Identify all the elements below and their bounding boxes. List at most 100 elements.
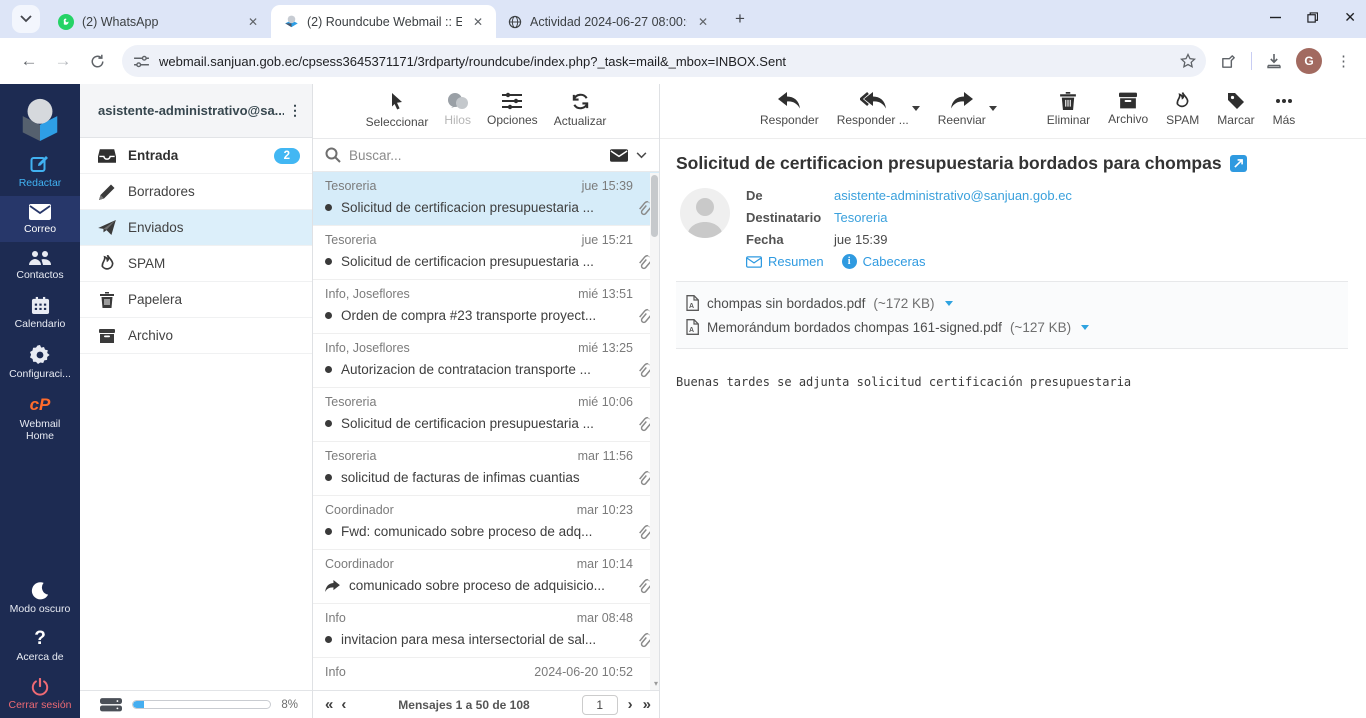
summary-button[interactable]: Resumen: [746, 254, 824, 269]
refresh-button[interactable]: [82, 46, 112, 76]
last-page-button[interactable]: »: [643, 697, 651, 712]
archive-button[interactable]: Archivo: [1108, 92, 1148, 126]
tab-search-button[interactable]: [12, 5, 40, 33]
select-button[interactable]: Seleccionar: [366, 92, 428, 129]
attachment-item[interactable]: A Memorándum bordados chompas 161-signed…: [686, 315, 1348, 339]
attachment-menu-icon[interactable]: [1081, 324, 1090, 330]
list-item[interactable]: Info, Joseflores mié 13:51 Orden de comp…: [313, 280, 659, 334]
sidebar-item-acerca-de[interactable]: ? Acerca de: [0, 622, 80, 670]
message-subject: Fwd: comunicado sobre proceso de adq...: [341, 524, 593, 539]
message-list-panel: Seleccionar Hilos Opciones Actualizar Bu…: [313, 84, 660, 718]
sidebar-item-correo[interactable]: Correo: [0, 196, 80, 243]
tab-whatsapp[interactable]: (2) WhatsApp ✕: [46, 5, 271, 38]
message-sender: Info, Joseflores: [325, 287, 410, 301]
list-item[interactable]: Coordinador mar 10:14 comunicado sobre p…: [313, 550, 659, 604]
pdf-file-icon: A: [686, 295, 699, 311]
search-bar[interactable]: Buscar...: [313, 139, 659, 172]
header-date-value: jue 15:39: [834, 232, 888, 247]
list-item[interactable]: Tesoreria jue 15:39 Solicitud de certifi…: [313, 172, 659, 226]
search-scope-mail-icon[interactable]: [610, 148, 628, 162]
folder-spam[interactable]: SPAM: [80, 246, 312, 282]
attachment-name[interactable]: Memorándum bordados chompas 161-signed.p…: [707, 320, 1002, 335]
attachment-menu-icon[interactable]: [944, 300, 953, 306]
inbox-icon: [98, 148, 116, 163]
browser-menu-icon[interactable]: ⋮: [1336, 52, 1352, 70]
sidebar-item-calendario[interactable]: Calendario: [0, 288, 80, 337]
close-window-button[interactable]: ✕: [1344, 9, 1356, 26]
scrollbar-thumb[interactable]: [651, 175, 658, 237]
sidebar-item-redactar[interactable]: Redactar: [0, 146, 80, 196]
search-input[interactable]: Buscar...: [349, 148, 602, 163]
header-from-value[interactable]: asistente-administrativo@sanjuan.gob.ec: [834, 188, 1072, 203]
forward-button[interactable]: Reenviar: [938, 92, 986, 127]
minimize-button[interactable]: [1270, 12, 1282, 23]
close-icon[interactable]: ✕: [695, 15, 711, 29]
forward-dropdown-icon[interactable]: [988, 106, 997, 111]
reply-all-button[interactable]: Responder ...: [837, 92, 909, 127]
close-icon[interactable]: ✕: [245, 15, 261, 29]
message-content: Solicitud de certificacion presupuestari…: [660, 139, 1366, 718]
sidebar-item-label: Acerca de: [16, 650, 64, 663]
folder-label: SPAM: [128, 256, 166, 271]
first-page-button[interactable]: «: [325, 697, 333, 712]
forward-button[interactable]: →: [48, 46, 78, 76]
mark-button[interactable]: Marcar: [1217, 92, 1255, 127]
folder-papelera[interactable]: Papelera: [80, 282, 312, 318]
folder-borradores[interactable]: Borradores: [80, 174, 312, 210]
url-bar[interactable]: webmail.sanjuan.gob.ec/cpsess3645371171/…: [122, 45, 1206, 77]
back-button[interactable]: ←: [14, 46, 44, 76]
open-in-new-window-icon[interactable]: [1229, 155, 1247, 172]
sidebar-item-configuracion[interactable]: Configuraci...: [0, 337, 80, 387]
search-options-chevron-icon[interactable]: [636, 151, 647, 159]
scroll-down-arrow-icon[interactable]: ▾: [654, 679, 658, 688]
headers-button[interactable]: i Cabeceras: [841, 254, 926, 269]
restore-button[interactable]: [1307, 11, 1319, 23]
tab-roundcube-active[interactable]: (2) Roundcube Webmail :: Envia ✕: [271, 5, 496, 38]
list-item[interactable]: Coordinador mar 10:23 Fwd: comunicado so…: [313, 496, 659, 550]
sidebar-item-cerrar-sesion[interactable]: Cerrar sesión: [0, 670, 80, 718]
browser-toolbar: ← → webmail.sanjuan.gob.ec/cpsess3645371…: [0, 38, 1366, 84]
header-to-value[interactable]: Tesoreria: [834, 210, 887, 225]
sidebar-item-webmail-home[interactable]: cP Webmail Home: [0, 387, 80, 449]
message-subject: Autorizacion de contratacion transporte …: [341, 362, 591, 377]
options-button[interactable]: Opciones: [487, 92, 538, 127]
sidebar-item-contactos[interactable]: Contactos: [0, 242, 80, 288]
nav-sidebar: Redactar Correo Contactos Calendario Con…: [0, 84, 80, 718]
page-number-input[interactable]: [581, 694, 618, 715]
site-info-icon[interactable]: [134, 55, 149, 68]
list-item[interactable]: Info, Joseflores mié 13:25 Autorizacion …: [313, 334, 659, 388]
folder-label: Enviados: [128, 220, 184, 235]
more-button[interactable]: Más: [1273, 92, 1295, 127]
spam-button[interactable]: SPAM: [1166, 92, 1199, 127]
folder-label: Archivo: [128, 328, 174, 343]
delete-button[interactable]: Eliminar: [1047, 92, 1090, 127]
threads-button[interactable]: Hilos: [444, 92, 471, 127]
account-menu-icon[interactable]: ⋮: [284, 102, 306, 119]
profile-avatar[interactable]: G: [1296, 48, 1322, 74]
attachment-item[interactable]: A chompas sin bordados.pdf (~172 KB): [686, 291, 1348, 315]
folder-enviados[interactable]: Enviados: [80, 210, 312, 246]
extensions-icon[interactable]: [1220, 53, 1237, 70]
sidebar-item-modo-oscuro[interactable]: Modo oscuro: [0, 574, 80, 622]
list-item[interactable]: Tesoreria mar 11:56 solicitud de factura…: [313, 442, 659, 496]
reply-button[interactable]: Responder: [760, 92, 819, 127]
downloads-icon[interactable]: [1266, 53, 1282, 69]
list-item[interactable]: Info mar 08:48 invitacion para mesa inte…: [313, 604, 659, 658]
attachment-name[interactable]: chompas sin bordados.pdf: [707, 296, 865, 311]
list-item[interactable]: Tesoreria mié 10:06 Solicitud de certifi…: [313, 388, 659, 442]
next-page-button[interactable]: ›: [628, 697, 633, 712]
refresh-list-button[interactable]: Actualizar: [554, 92, 606, 128]
reply-all-dropdown-icon[interactable]: [911, 106, 920, 111]
sidebar-item-label: Correo: [23, 223, 57, 236]
list-item[interactable]: Tesoreria jue 15:21 Solicitud de certifi…: [313, 226, 659, 280]
folder-archivo[interactable]: Archivo: [80, 318, 312, 354]
url-text[interactable]: webmail.sanjuan.gob.ec/cpsess3645371171/…: [159, 54, 1170, 69]
tab-actividad[interactable]: Actividad 2024-06-27 08:00:00 ✕: [496, 5, 721, 38]
bookmark-star-icon[interactable]: [1180, 53, 1196, 69]
folder-entrada[interactable]: Entrada 2: [80, 138, 312, 174]
list-item[interactable]: Info 2024-06-20 10:52: [313, 658, 659, 690]
new-tab-button[interactable]: +: [727, 6, 753, 32]
close-icon[interactable]: ✕: [470, 15, 486, 29]
list-scrollbar[interactable]: ▾: [650, 173, 659, 690]
prev-page-button[interactable]: ‹: [341, 697, 346, 712]
